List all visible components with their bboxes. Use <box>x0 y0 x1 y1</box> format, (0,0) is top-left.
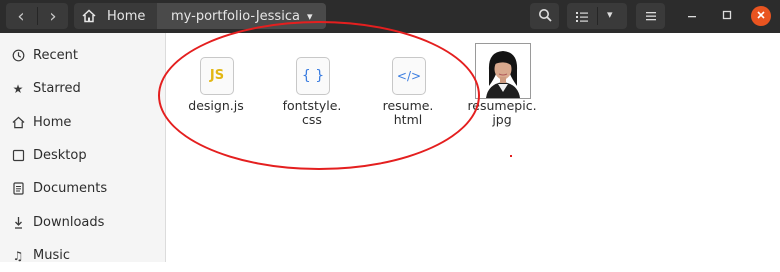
sidebar-item-label: Home <box>33 115 72 130</box>
sidebar-item-documents[interactable]: Documents <box>0 172 165 205</box>
path-home[interactable]: Home <box>74 3 156 29</box>
sidebar: Recent ★ Starred Home Desktop Documents … <box>0 33 166 263</box>
desktop-icon <box>11 149 25 163</box>
view-separator <box>597 7 598 25</box>
history-nav: ‹ › <box>6 3 68 29</box>
home-icon <box>82 9 96 27</box>
sidebar-item-music[interactable]: ♫ Music <box>0 239 165 272</box>
annotation-ellipse <box>158 21 480 170</box>
path-home-label: Home <box>107 8 146 24</box>
chevron-left-icon: ‹ <box>17 5 25 27</box>
sidebar-item-label: Recent <box>33 48 78 63</box>
sidebar-item-label: Downloads <box>33 215 105 230</box>
forward-button[interactable]: › <box>38 3 68 29</box>
minimize-button[interactable] <box>682 6 702 26</box>
annotation-dot <box>510 155 512 157</box>
search-icon <box>538 7 552 26</box>
clock-icon <box>11 49 25 63</box>
sidebar-item-starred[interactable]: ★ Starred <box>0 72 165 105</box>
resumepic-thumbnail[interactable] <box>475 43 531 99</box>
close-icon <box>756 9 766 23</box>
minimize-icon <box>687 9 697 23</box>
view-options-chevron-icon[interactable]: ▾ <box>607 8 613 21</box>
chevron-right-icon: › <box>49 5 57 27</box>
sidebar-item-desktop[interactable]: Desktop <box>0 139 165 172</box>
star-icon: ★ <box>12 81 24 96</box>
portrait-image <box>476 44 530 98</box>
sidebar-item-recent[interactable]: Recent <box>0 39 165 72</box>
maximize-icon <box>722 9 732 23</box>
sidebar-item-label: Desktop <box>33 148 87 163</box>
back-button[interactable]: ‹ <box>6 3 36 29</box>
sidebar-item-label: Starred <box>33 81 81 96</box>
sidebar-item-label: Music <box>33 248 70 263</box>
menu-icon <box>645 7 657 26</box>
list-view-icon <box>575 9 589 28</box>
sidebar-item-label: Documents <box>33 181 108 196</box>
path-current-label: my-portfolio-Jessica <box>171 8 300 24</box>
documents-icon <box>11 182 25 196</box>
download-icon <box>11 216 25 230</box>
home-icon <box>11 116 25 130</box>
close-button[interactable] <box>751 6 771 26</box>
view-toggle-button[interactable]: ▾ <box>567 3 627 29</box>
sidebar-item-home[interactable]: Home <box>0 106 165 139</box>
menu-button[interactable] <box>636 3 665 29</box>
search-button[interactable] <box>530 3 559 29</box>
sidebar-item-downloads[interactable]: Downloads <box>0 206 165 239</box>
maximize-button[interactable] <box>717 6 737 26</box>
music-icon: ♫ <box>12 248 24 263</box>
